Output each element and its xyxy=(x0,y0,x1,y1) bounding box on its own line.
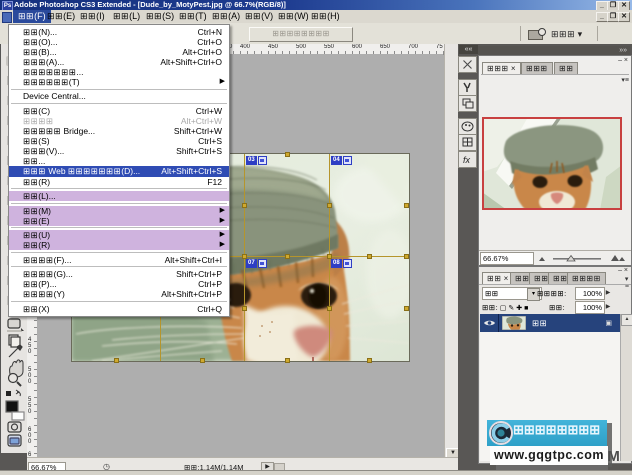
svg-text:fx: fx xyxy=(463,155,471,165)
